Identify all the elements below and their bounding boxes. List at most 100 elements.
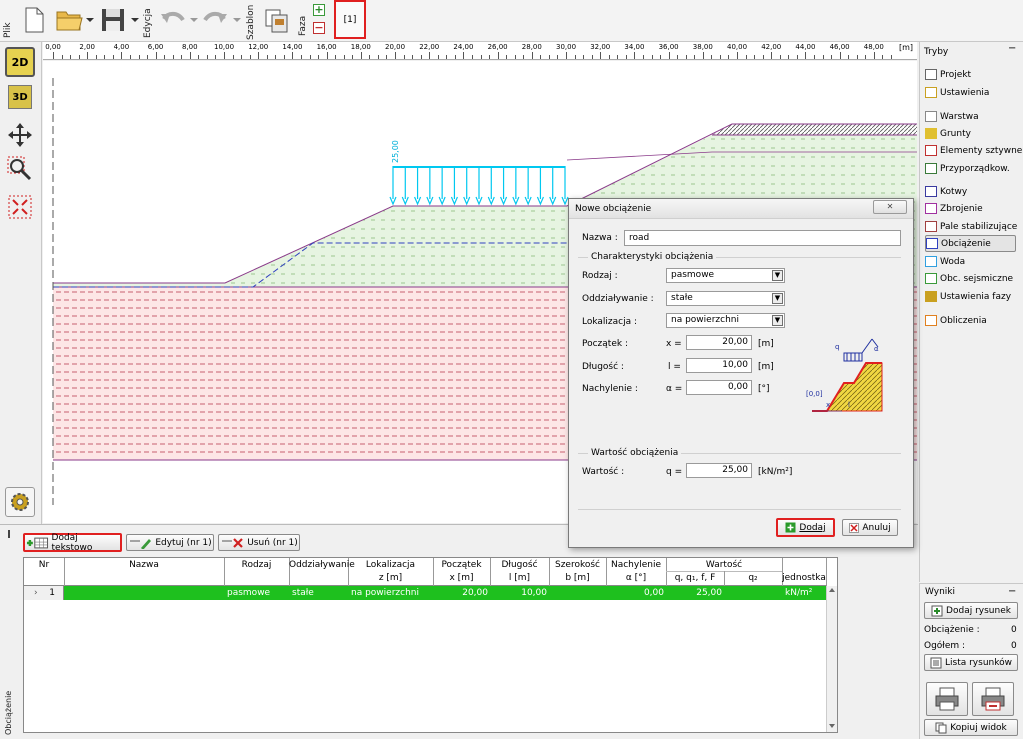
diagram-l-label: l	[848, 401, 850, 409]
wart-unit: [kN/m²]	[758, 467, 793, 477]
printer-icon	[935, 687, 959, 711]
copy-view-button[interactable]: Kopiuj widok	[924, 719, 1018, 736]
list-pictures-button[interactable]: Lista rysunków	[924, 654, 1018, 671]
th-lok-unit: z [m]	[378, 573, 403, 583]
ruler-unit: [m]	[899, 43, 914, 52]
dialog-cancel-button[interactable]: Anuluj	[842, 519, 898, 536]
ruler-tick	[318, 55, 320, 59]
results-minimize[interactable]: −	[1008, 586, 1016, 597]
save-button[interactable]	[98, 4, 128, 36]
fit-view-button[interactable]	[5, 192, 35, 222]
ruler-tick	[129, 55, 131, 59]
stage-tab-1[interactable]: [1]	[334, 0, 366, 39]
view-2d-button[interactable]: 2D	[5, 47, 35, 77]
ruler-tick	[147, 55, 149, 59]
ruler-tick	[694, 55, 696, 59]
mode-item[interactable]: Grunty	[925, 125, 1015, 142]
name-input[interactable]	[624, 230, 901, 246]
row-wart1: 25,00	[696, 588, 722, 598]
redo-dropdown-arrow[interactable]	[233, 18, 241, 22]
ruler-tick	[566, 52, 567, 59]
zoom-button[interactable]	[5, 154, 35, 184]
mode-item[interactable]: Obciążenie	[925, 235, 1016, 252]
ruler-tick	[95, 55, 97, 59]
row-pocz: 20,00	[462, 588, 488, 598]
open-file-button[interactable]	[54, 4, 84, 36]
mode-item[interactable]: Warstwa	[925, 108, 1015, 125]
delete-button[interactable]: Usuń (nr 1)	[218, 534, 300, 551]
name-label: Nazwa :	[582, 233, 618, 243]
new-file-icon	[25, 7, 44, 33]
edit-button[interactable]: Edytuj (nr 1)	[126, 534, 214, 551]
pan-button[interactable]	[5, 120, 35, 150]
ruler-tick	[771, 52, 773, 59]
mode-item[interactable]: Przyporządkow.	[925, 160, 1015, 177]
wart-label: Wartość :	[582, 467, 625, 477]
edit-pencil-icon	[130, 538, 152, 549]
template-button[interactable]	[262, 6, 292, 36]
floppy-icon	[102, 9, 124, 31]
rodzaj-select[interactable]: pasmowe ▼	[666, 268, 785, 283]
ruler-tick-label: 12,00	[248, 43, 269, 51]
strip-load-arrows	[389, 166, 569, 206]
mode-item[interactable]: Ustawienia	[925, 84, 1015, 101]
add-picture-button[interactable]: Dodaj rysunek	[924, 602, 1018, 619]
ruler-tick	[112, 55, 114, 59]
new-file-button[interactable]	[20, 4, 48, 36]
view-3d-button[interactable]: 3D	[5, 82, 35, 112]
results-total-value: 0	[1011, 641, 1017, 651]
dialog-close-button[interactable]: ✕	[873, 200, 907, 214]
ruler-tick	[258, 52, 260, 59]
cube-3d-icon: 3D	[8, 85, 32, 109]
diagram-q-label: q	[835, 343, 839, 351]
template-icon	[265, 9, 288, 33]
mode-item[interactable]: Obc. sejsmiczne	[925, 270, 1015, 287]
print-button[interactable]	[926, 682, 968, 716]
ruler-tick	[514, 55, 516, 59]
th-szer: Szerokość	[554, 560, 601, 570]
mode-item[interactable]: Elementy sztywne	[925, 142, 1022, 159]
ruler-tick-label: 6,00	[147, 43, 164, 51]
save-dropdown-arrow[interactable]	[131, 18, 139, 22]
nach-input[interactable]: 0,00	[686, 380, 752, 395]
dialog-add-button[interactable]: Dodaj	[776, 518, 835, 537]
mode-item[interactable]: Projekt	[925, 66, 1015, 83]
modes-minimize[interactable]: −	[1008, 44, 1018, 55]
mode-item[interactable]: Kotwy	[925, 183, 1015, 200]
mode-item[interactable]: Woda	[925, 253, 1015, 270]
scroll-up-icon[interactable]	[829, 588, 835, 592]
rodzaj-value: pasmowe	[671, 270, 715, 280]
wart-input[interactable]: 25,00	[686, 463, 752, 478]
ruler-tick-label: 4,00	[113, 43, 130, 51]
lok-select[interactable]: na powierzchni ▼	[666, 313, 785, 328]
add-text-button[interactable]: Dodaj tekstowo	[23, 533, 122, 553]
cancel-x-icon	[849, 522, 860, 533]
dlug-input[interactable]: 10,00	[686, 358, 752, 373]
folder-icon	[56, 11, 83, 31]
remove-stage-button[interactable]: −	[313, 22, 325, 34]
mode-item[interactable]: Pale stabilizujące	[925, 218, 1017, 235]
mode-item[interactable]: Obliczenia	[925, 312, 1015, 329]
table-scrollbar[interactable]	[826, 586, 837, 732]
undo-button[interactable]	[158, 6, 188, 34]
settings-button[interactable]	[5, 487, 35, 517]
ruler-tick	[172, 55, 174, 59]
ruler-tick	[711, 55, 713, 59]
load-arrow	[487, 166, 495, 206]
ruler-tick	[198, 55, 200, 59]
load-arrow	[475, 166, 483, 206]
ruler-tick	[685, 55, 687, 59]
row-selector[interactable]: › 1	[24, 586, 64, 600]
mode-item[interactable]: Zbrojenie	[925, 200, 1015, 217]
pocz-input[interactable]: 20,00	[686, 335, 752, 350]
th-oddz: Oddziaływanie	[289, 560, 355, 570]
open-dropdown-arrow[interactable]	[86, 18, 94, 22]
print-pdf-button[interactable]	[972, 682, 1014, 716]
mode-item[interactable]: Ustawienia fazy	[925, 288, 1015, 305]
undo-dropdown-arrow[interactable]	[190, 18, 198, 22]
add-stage-button[interactable]: +	[313, 4, 325, 16]
oddz-select[interactable]: stałe ▼	[666, 291, 785, 306]
scroll-down-icon[interactable]	[829, 724, 835, 728]
anchor-icon	[925, 186, 937, 197]
redo-button[interactable]	[200, 6, 230, 34]
